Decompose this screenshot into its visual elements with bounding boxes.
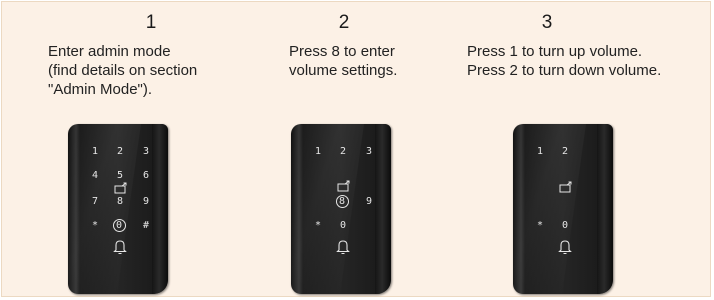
key-1: 1 — [91, 146, 99, 157]
key-3: 3 — [365, 146, 373, 157]
key-1: 1 — [314, 146, 322, 157]
key-6: 6 — [142, 170, 150, 181]
enter-icon — [337, 180, 350, 192]
enter-icon — [559, 181, 572, 193]
bell-icon — [113, 240, 127, 255]
key-0: 0 — [561, 220, 569, 231]
key-9: 9 — [142, 196, 150, 207]
key-hash: # — [142, 220, 150, 231]
bell-icon — [336, 240, 350, 255]
key-8: 8 — [116, 196, 124, 207]
key-7: 7 — [91, 196, 99, 207]
key-2: 2 — [116, 146, 124, 157]
step-description: Press 1 to turn up volume. Press 2 to tu… — [467, 43, 662, 79]
bell-icon — [558, 240, 572, 255]
key-2: 2 — [561, 146, 569, 157]
key-star: * — [91, 220, 99, 231]
door-lock-keypad: 1 2 * 0 — [513, 124, 613, 294]
instructions-panel: 1 Enter admin mode (find details on sect… — [1, 1, 711, 297]
key-5: 5 — [116, 170, 124, 181]
step-number: 1 — [145, 12, 157, 33]
key-star: * — [536, 220, 544, 231]
enter-icon — [114, 182, 127, 194]
step-description: Enter admin mode (find details on sectio… — [48, 43, 198, 98]
key-0: 0 — [115, 220, 123, 231]
door-lock-keypad: 1 2 3 4 5 6 7 8 9 * 0 # — [68, 124, 168, 294]
key-3: 3 — [142, 146, 150, 157]
key-0: 0 — [339, 220, 347, 231]
key-1: 1 — [536, 146, 544, 157]
step-number: 3 — [541, 12, 553, 33]
key-8: 8 — [338, 196, 346, 207]
step-description: Press 8 to enter volume settings. — [289, 43, 398, 79]
door-lock-keypad: 1 2 3 8 9 * 0 — [291, 124, 391, 294]
key-4: 4 — [91, 170, 99, 181]
key-star: * — [314, 220, 322, 231]
step-number: 2 — [338, 12, 350, 33]
key-9: 9 — [365, 196, 373, 207]
key-2: 2 — [339, 146, 347, 157]
